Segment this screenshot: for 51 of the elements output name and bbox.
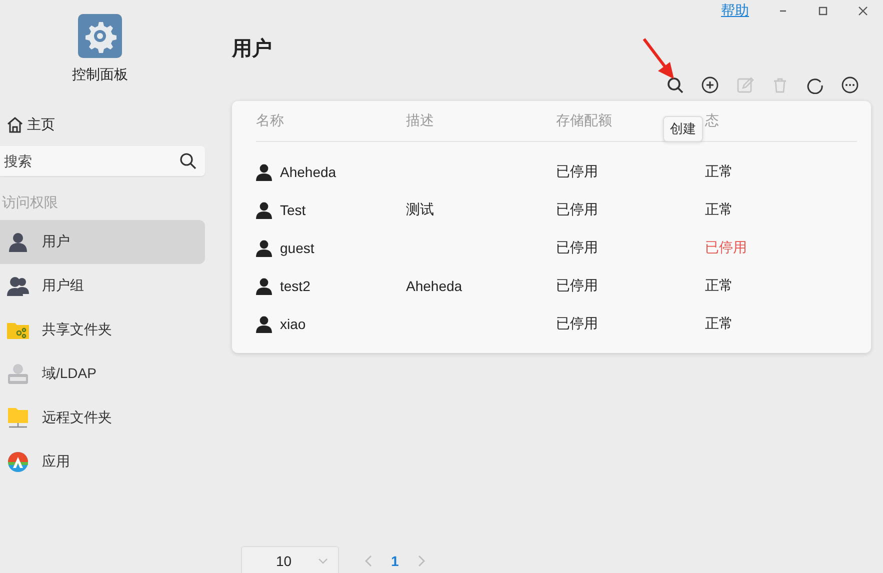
sidebar-item[interactable]: 应用 <box>0 440 205 484</box>
sidebar-item[interactable]: 远程文件夹 <box>0 396 205 440</box>
page-number[interactable]: 1 <box>391 553 399 569</box>
table-cell: 已停用 <box>556 315 598 333</box>
shared-folder-icon <box>6 320 30 340</box>
help-link[interactable]: 帮助 <box>721 2 749 20</box>
sidebar-item[interactable]: 用户 <box>0 220 205 264</box>
page-title: 用户 <box>232 36 272 62</box>
status-cell: 已停用 <box>705 239 747 257</box>
tooltip: 创建 <box>663 116 703 142</box>
user-name: guest <box>280 240 314 256</box>
ldap-icon <box>6 363 30 385</box>
annotation-arrow <box>642 38 676 80</box>
search-icon[interactable] <box>666 76 684 94</box>
app-icon <box>6 451 30 473</box>
section-heading: 访问权限 <box>2 194 59 212</box>
user-name: Test <box>280 202 306 218</box>
user-icon <box>256 316 272 332</box>
status-cell: 正常 <box>705 163 733 181</box>
table-cell: 已停用 <box>556 201 598 219</box>
app-title: 控制面板 <box>72 66 128 84</box>
table-cell: 测试 <box>406 201 434 217</box>
home-icon[interactable] <box>6 116 24 134</box>
table-cell: Aheheda <box>406 278 462 294</box>
refresh-icon[interactable] <box>806 76 824 94</box>
status-cell: 正常 <box>705 315 733 333</box>
chevron-down-icon <box>318 558 328 564</box>
user-icon <box>256 278 272 294</box>
table-cell: 已停用 <box>556 277 598 295</box>
remote-folder-icon <box>6 407 30 429</box>
home-link[interactable]: 主页 <box>27 116 55 134</box>
status-cell: 正常 <box>705 277 733 295</box>
sidebar-item[interactable]: 用户组 <box>0 264 205 308</box>
add-icon[interactable] <box>701 76 719 94</box>
user-name: xiao <box>280 316 306 332</box>
user-icon <box>256 202 272 218</box>
table-cell: 已停用 <box>556 239 598 257</box>
user-name: Aheheda <box>280 164 336 180</box>
table-cell: 已停用 <box>556 163 598 181</box>
user-icon <box>6 232 30 252</box>
sidebar-item[interactable]: 共享文件夹 <box>0 308 205 352</box>
user-group-icon <box>6 276 30 296</box>
more-icon[interactable] <box>841 76 859 94</box>
user-name: test2 <box>280 278 310 294</box>
user-icon <box>256 240 272 256</box>
status-cell: 正常 <box>705 201 733 219</box>
sidebar-item[interactable]: 域/LDAP <box>0 352 205 396</box>
page-size-select[interactable]: 10 <box>241 546 339 573</box>
search-field[interactable]: 搜索 <box>0 146 205 176</box>
user-icon <box>256 164 272 180</box>
control-panel-logo[interactable] <box>78 14 122 58</box>
